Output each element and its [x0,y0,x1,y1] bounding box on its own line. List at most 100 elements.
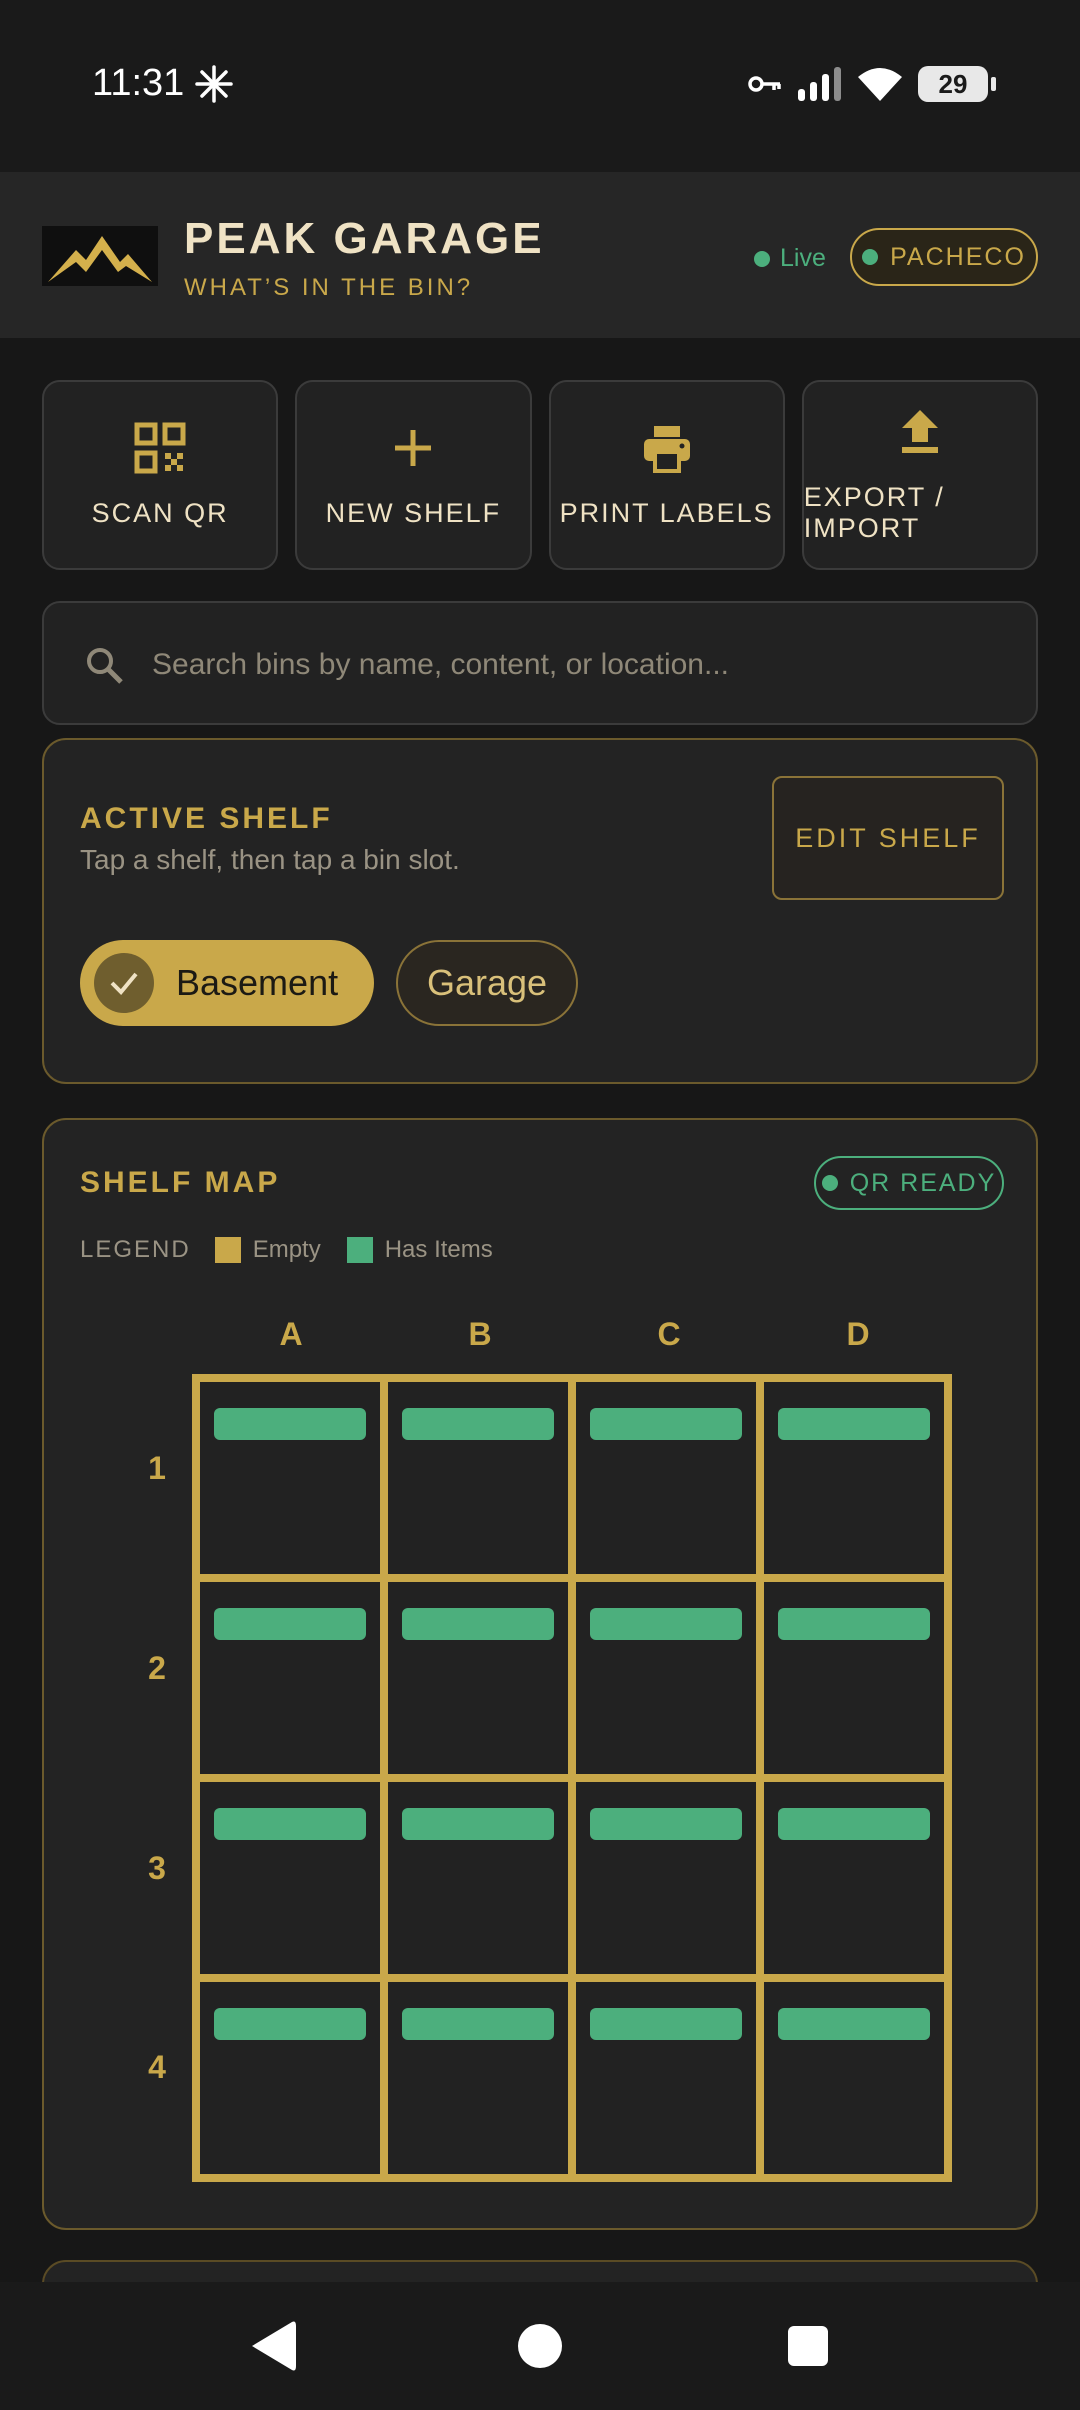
shelf-chip-label: Basement [176,962,339,1003]
has-items-indicator [402,1808,554,1840]
bin-slot-d2[interactable] [764,1582,944,1774]
recents-icon[interactable] [788,2326,828,2366]
has-items-indicator [590,1608,742,1640]
home-icon[interactable] [518,2324,562,2368]
legend-label: Has Items [384,1236,493,1263]
row-header-1: 1 [148,1450,166,1486]
shelf-chip-label: Garage [426,962,548,1003]
new-shelf-button[interactable]: NEW SHELF [295,380,532,570]
has-items-indicator [590,1408,742,1440]
new-shelf-label: NEW SHELF [325,497,502,528]
bin-slot-b2[interactable] [388,1582,568,1774]
qr-code-icon [134,422,186,473]
system-icons: 29 [748,66,996,102]
column-header-c: C [657,1316,681,1352]
bin-slot-b1[interactable] [388,1382,568,1574]
row-header-4: 4 [148,2049,166,2085]
legend-label: Empty [252,1236,321,1263]
has-items-indicator [778,1808,930,1840]
bin-slot-c1[interactable] [576,1382,756,1574]
legend-item-has-items: Has Items [346,1236,493,1264]
has-items-indicator [214,1808,366,1840]
has-items-indicator [590,2008,742,2040]
user-status-dot-icon [862,249,879,265]
live-label: Live [780,244,826,272]
qr-ready-label: QR READY [849,1168,997,1197]
wifi-icon [858,68,902,101]
has-items-indicator [402,2008,554,2040]
has-items-indicator [402,1408,554,1440]
has-items-indicator [214,2008,366,2040]
column-header-a: A [279,1316,303,1352]
shelf-map-panel: SHELF MAP QR READY LEGEND Empty Has Item… [42,1118,1038,2230]
bin-slot-c4[interactable] [576,1982,756,2174]
upload-icon [901,410,938,453]
bin-slot-a1[interactable] [200,1382,380,1574]
bin-slot-d4[interactable] [764,1982,944,2174]
active-shelf-title: ACTIVE SHELF [80,802,333,835]
column-header-b: B [468,1316,492,1352]
live-indicator: Live [754,244,826,273]
live-dot-icon [754,250,770,267]
legend-swatch-empty [214,1237,241,1263]
status-bar: 11:31 29 [0,0,1080,172]
bin-slot-a2[interactable] [200,1582,380,1774]
scan-qr-button[interactable]: SCAN QR [42,380,279,570]
bin-slot-a4[interactable] [200,1982,380,2174]
has-items-indicator [214,1608,366,1640]
legend: LEGEND Empty Has Items [80,1236,519,1264]
legend-swatch-has-items [346,1237,373,1263]
user-name: PACHECO [890,242,1026,271]
check-icon [94,953,154,1013]
scan-qr-label: SCAN QR [91,497,229,528]
qr-ready-badge: QR READY [814,1156,1004,1210]
mountain-logo [42,226,158,286]
has-items-indicator [778,2008,930,2040]
search-icon [87,648,123,684]
status-time: 11:31 [92,62,185,104]
bin-slot-b3[interactable] [388,1782,568,1974]
edit-shelf-button[interactable]: EDIT SHELF [772,776,1004,900]
bin-slot-a3[interactable] [200,1782,380,1974]
battery-level: 29 [938,68,968,99]
column-header-d: D [846,1316,870,1352]
has-items-indicator [590,1808,742,1840]
print-labels-button[interactable]: PRINT LABELS [548,380,785,570]
bin-slot-c2[interactable] [576,1582,756,1774]
app-subtitle: WHAT’S IN THE BIN? [184,274,474,301]
print-labels-label: PRINT LABELS [559,497,774,528]
system-nav-bar [0,2282,1080,2410]
shelf-chip-garage[interactable]: Garage [396,940,578,1026]
bin-slot-b4[interactable] [388,1982,568,2174]
plus-icon [395,429,432,466]
row-header-2: 2 [148,1650,166,1686]
shelf-chip-basement[interactable]: Basement [80,940,374,1026]
legend-item-empty: Empty [214,1236,321,1264]
printer-icon [643,425,690,473]
shelf-grid [192,1374,952,2182]
shelf-map-title: SHELF MAP [80,1166,281,1199]
app-header: PEAK GARAGE WHAT’S IN THE BIN? Live PACH… [0,172,1080,338]
qr-ready-dot-icon [821,1175,838,1191]
active-shelf-panel: ACTIVE SHELF Tap a shelf, then tap a bin… [42,738,1038,1084]
user-chip[interactable]: PACHECO [850,228,1038,286]
export-import-label: EXPORT / IMPORT [803,482,945,543]
action-buttons: SCAN QR NEW SHELF PRINT LABELS EXPORT / … [42,380,1038,570]
battery-icon: 29 [918,66,996,102]
signal-icon [798,67,841,101]
active-shelf-hint: Tap a shelf, then tap a bin slot. [80,844,460,875]
back-icon[interactable] [248,2318,298,2374]
main-content[interactable]: SCAN QR NEW SHELF PRINT LABELS EXPORT / … [0,338,1080,2282]
bin-slot-d3[interactable] [764,1782,944,1974]
search-bar[interactable] [42,601,1038,725]
bin-slot-c3[interactable] [576,1782,756,1974]
has-items-indicator [778,1408,930,1440]
has-items-indicator [402,1608,554,1640]
app-title: PEAK GARAGE [184,214,545,263]
export-import-button[interactable]: EXPORT / IMPORT [801,380,1038,570]
search-input[interactable] [152,635,992,695]
spark-icon [195,65,233,103]
has-items-indicator [214,1408,366,1440]
has-items-indicator [778,1608,930,1640]
bin-slot-d1[interactable] [764,1382,944,1574]
